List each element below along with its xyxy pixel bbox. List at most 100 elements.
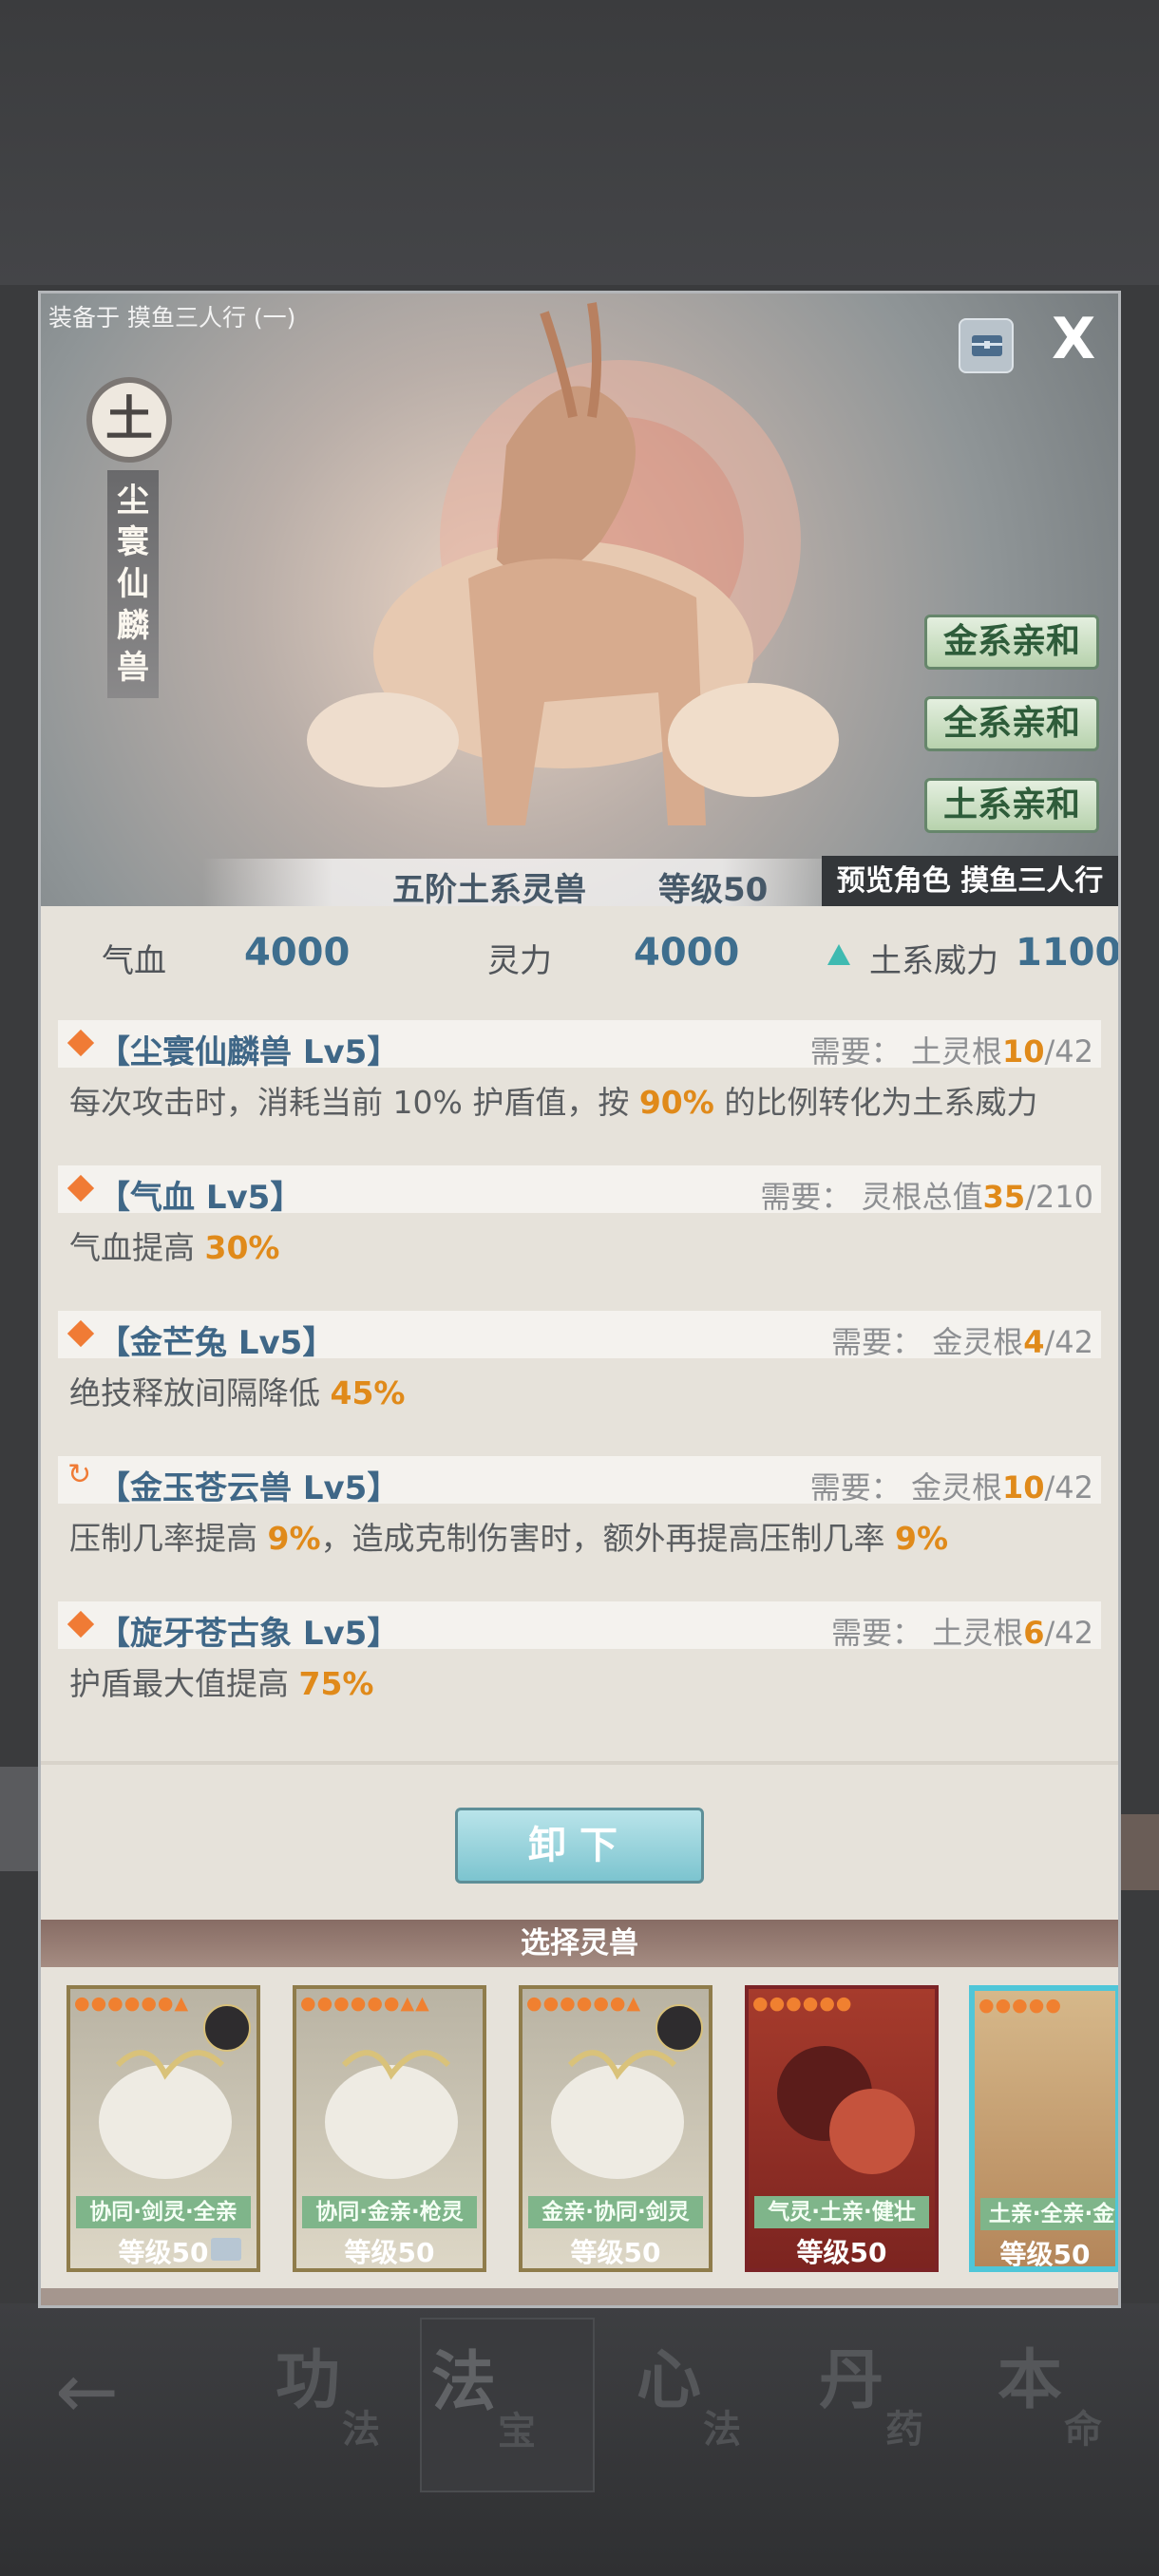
skill-description: 压制几率提高 9%，造成克制伤害时，额外再提高压制几率 9% bbox=[58, 1513, 1101, 1559]
req-total: /42 bbox=[1044, 1324, 1094, 1360]
beast-card-selected[interactable]: ●●●●● 土亲·全亲·金 等级50 bbox=[969, 1985, 1118, 2272]
skill-header: 【金芒兔 Lv5】 需要： 金灵根4/42 bbox=[58, 1311, 1101, 1362]
beast-illustration bbox=[307, 302, 839, 825]
star-pips: ●●●●●●▲ bbox=[526, 1993, 642, 2014]
skill-requirement: 需要： 金灵根4/42 bbox=[831, 1318, 1093, 1362]
skill-header: 【气血 Lv5】 需要： 灵根总值35/210 bbox=[58, 1165, 1101, 1217]
hero-banner: 装备于 摸鱼三人行 (一) X 土 尘 寰 仙 麟 兽 金系亲和 全系亲和 土系… bbox=[41, 294, 1118, 909]
diamond-icon bbox=[66, 1029, 95, 1057]
beast-detail-dialog: 装备于 摸鱼三人行 (一) X 土 尘 寰 仙 麟 兽 金系亲和 全系亲和 土系… bbox=[38, 291, 1121, 2308]
skill-entry: 【尘寰仙麟兽 Lv5】 需要： 土灵根10/42 每次攻击时，消耗当前 10% … bbox=[58, 1020, 1101, 1123]
beast-level: 等级50 bbox=[658, 871, 769, 909]
req-have: 35 bbox=[982, 1179, 1026, 1215]
beast-name-char: 仙 bbox=[117, 565, 149, 603]
back-arrow-icon[interactable]: ← bbox=[55, 2354, 141, 2430]
req-total: /42 bbox=[1044, 1033, 1094, 1070]
background-top bbox=[0, 0, 1159, 285]
skill-requirement: 需要： 土灵根10/42 bbox=[810, 1028, 1093, 1071]
skill-entry: 【金芒兔 Lv5】 需要： 金灵根4/42 绝技释放间隔降低 45% bbox=[58, 1311, 1101, 1413]
skill-title: 【旋牙苍古象 Lv5】 bbox=[98, 1615, 400, 1653]
skill-header: 【旋牙苍古象 Lv5】 需要： 土灵根6/42 bbox=[58, 1601, 1101, 1653]
skill-description: 气血提高 30% bbox=[58, 1222, 1101, 1268]
power-value: 1100 bbox=[1016, 931, 1121, 975]
beast-tier: 五阶土系灵兽 bbox=[392, 871, 586, 909]
element-badge: 土 bbox=[86, 377, 172, 463]
skill-title: 【金芒兔 Lv5】 bbox=[98, 1324, 335, 1362]
req-total: /42 bbox=[1044, 1469, 1094, 1506]
card-tags: 土亲·全亲·金 bbox=[980, 2198, 1115, 2230]
chest-icon bbox=[211, 2238, 241, 2261]
desc-highlight: 90% bbox=[638, 1084, 714, 1121]
power-label: 土系威力 bbox=[869, 942, 998, 980]
unequip-button[interactable]: 卸下 bbox=[455, 1808, 704, 1884]
skill-description: 护盾最大值提高 75% bbox=[58, 1658, 1101, 1704]
nav-tab-benming[interactable]: 本 命 bbox=[988, 2318, 1159, 2489]
beast-name-char: 麟 bbox=[117, 607, 149, 645]
nav-tab-xinfa[interactable]: 心 法 bbox=[627, 2318, 798, 2489]
desc-text: 气血提高 bbox=[69, 1229, 205, 1266]
skill-requirement: 需要： 灵根总值35/210 bbox=[760, 1173, 1093, 1217]
nav-tab-danyao[interactable]: 丹 药 bbox=[809, 2318, 980, 2489]
card-level: 等级50 bbox=[344, 2237, 435, 2268]
skill-entry: 【气血 Lv5】 需要： 灵根总值35/210 气血提高 30% bbox=[58, 1165, 1101, 1268]
card-level: 等级50 bbox=[999, 2239, 1091, 2270]
card-tags: 金亲·协同·剑灵 bbox=[528, 2196, 703, 2228]
skill-title: 【气血 Lv5】 bbox=[98, 1179, 303, 1217]
desc-text: 每次攻击时，消耗当前 10% 护盾值，按 bbox=[69, 1084, 639, 1121]
req-have: 4 bbox=[1023, 1324, 1045, 1360]
req-have: 10 bbox=[1001, 1033, 1045, 1070]
desc-highlight: 9% bbox=[267, 1520, 321, 1557]
hp-value: 4000 bbox=[244, 931, 351, 975]
card-level: 等级50 bbox=[796, 2237, 887, 2268]
beast-card[interactable]: ●●●●●● 气灵·土亲·健壮 等级50 bbox=[745, 1985, 939, 2272]
equip-slot-button[interactable] bbox=[959, 318, 1014, 373]
skill-header: 【尘寰仙麟兽 Lv5】 需要： 土灵根10/42 bbox=[58, 1020, 1101, 1071]
spirit-label: 灵力 bbox=[487, 942, 552, 980]
desc-highlight: 75% bbox=[298, 1665, 374, 1702]
skill-entry: 【旋牙苍古象 Lv5】 需要： 土灵根6/42 护盾最大值提高 75% bbox=[58, 1601, 1101, 1704]
diamond-icon bbox=[66, 1174, 95, 1203]
req-prefix: 需要： bbox=[831, 1615, 923, 1651]
beast-card[interactable]: ●●●●●●▲▲ 协同·金亲·枪灵 等级50 bbox=[293, 1985, 486, 2272]
background-panel-right bbox=[1121, 1814, 1159, 1890]
star-pips: ●●●●●●▲▲ bbox=[300, 1993, 430, 2014]
spirit-value: 4000 bbox=[634, 931, 740, 975]
beast-name-char: 兽 bbox=[117, 649, 149, 687]
skill-requirement: 需要： 金灵根10/42 bbox=[810, 1464, 1093, 1507]
beast-card[interactable]: ●●●●●●▲ 协同·剑灵·全亲 等级50 bbox=[66, 1985, 260, 2272]
section-divider bbox=[41, 1761, 1118, 1765]
nav-tab-fabao[interactable]: 法 宝 bbox=[420, 2318, 595, 2492]
skill-requirement: 需要： 土灵根6/42 bbox=[831, 1609, 1093, 1653]
beast-card-art bbox=[99, 2050, 232, 2179]
desc-text: 的比例转化为土系威力 bbox=[713, 1084, 1038, 1121]
close-icon[interactable]: X bbox=[1052, 311, 1095, 368]
nav-tab-gongfa[interactable]: 功 法 bbox=[266, 2318, 437, 2489]
hp-label: 气血 bbox=[102, 942, 166, 980]
preview-character: 预览角色 摸鱼三人行 bbox=[822, 856, 1118, 906]
desc-highlight: 30% bbox=[204, 1229, 280, 1266]
req-name: 土灵根 bbox=[922, 1615, 1024, 1651]
skill-header: ↻ 【金玉苍云兽 Lv5】 需要： 金灵根10/42 bbox=[58, 1456, 1101, 1507]
triangle-up-icon bbox=[827, 944, 850, 965]
select-beast-title: 选择灵兽 bbox=[41, 1920, 1118, 1967]
beast-card-art bbox=[325, 2050, 458, 2179]
req-name: 土灵根 bbox=[901, 1033, 1002, 1070]
card-level: 等级50 bbox=[570, 2237, 661, 2268]
star-pips: ●●●●●● bbox=[752, 1993, 853, 2014]
req-have: 10 bbox=[1001, 1469, 1045, 1506]
req-prefix: 需要： bbox=[760, 1179, 852, 1215]
req-prefix: 需要： bbox=[809, 1469, 902, 1506]
card-tags: 协同·剑灵·全亲 bbox=[76, 2196, 251, 2228]
req-name: 灵根总值 bbox=[851, 1179, 983, 1215]
skill-description: 每次攻击时，消耗当前 10% 护盾值，按 90% 的比例转化为土系威力 bbox=[58, 1077, 1101, 1123]
skill-description: 绝技释放间隔降低 45% bbox=[58, 1368, 1101, 1413]
diamond-icon bbox=[66, 1610, 95, 1638]
card-tags: 气灵·土亲·健壮 bbox=[754, 2196, 929, 2228]
beast-card[interactable]: ●●●●●●▲ 金亲·协同·剑灵 等级50 bbox=[519, 1985, 712, 2272]
affinity-tag-all: 全系亲和 bbox=[924, 696, 1099, 751]
req-total: /210 bbox=[1025, 1179, 1093, 1215]
affinity-tag-earth: 土系亲和 bbox=[924, 778, 1099, 833]
beast-card-art bbox=[551, 2050, 684, 2179]
desc-highlight: 45% bbox=[330, 1374, 406, 1411]
skill-title: 【金玉苍云兽 Lv5】 bbox=[98, 1469, 400, 1507]
